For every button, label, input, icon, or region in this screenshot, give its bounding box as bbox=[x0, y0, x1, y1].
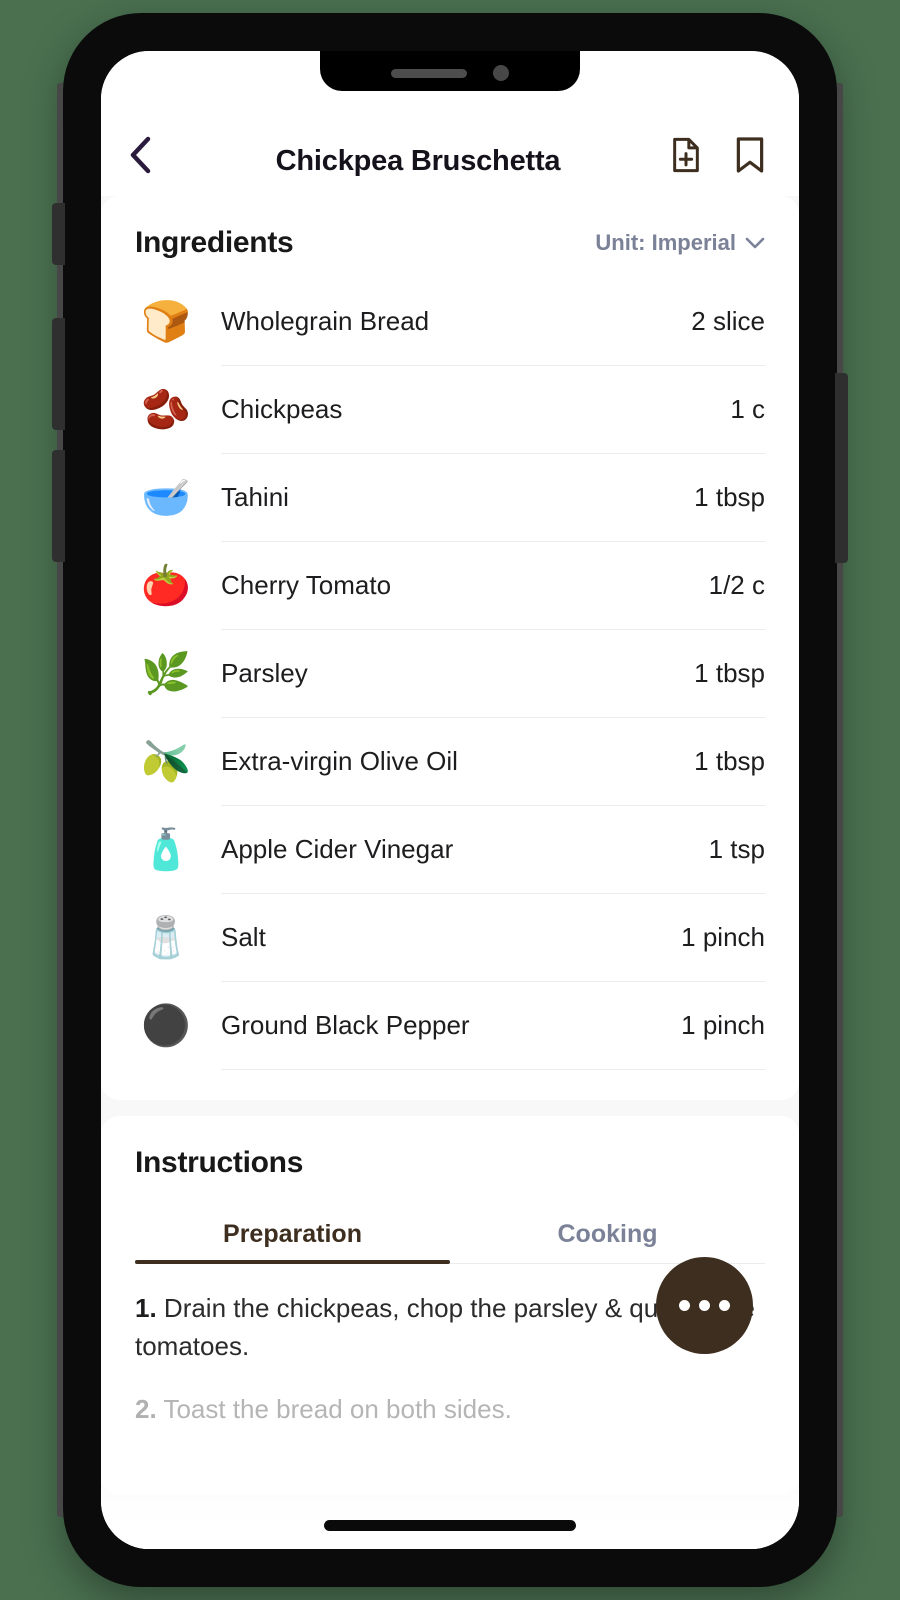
instruction-step-text: Toast the bread on both sides. bbox=[156, 1394, 512, 1425]
ingredient-quantity: 1 pinch bbox=[681, 1010, 765, 1040]
ingredient-name: Tahini bbox=[221, 482, 289, 512]
home-indicator[interactable] bbox=[324, 1520, 576, 1531]
instructions-title: Instructions bbox=[135, 1146, 304, 1179]
volume-up-button[interactable] bbox=[52, 318, 65, 430]
ingredient-row[interactable]: 🌿 Parsley 1 tbsp bbox=[135, 630, 765, 717]
ingredient-quantity: 2 slice bbox=[691, 306, 765, 336]
tahini-icon: 🥣 bbox=[141, 475, 191, 520]
ingredient-row[interactable]: 🫒 Extra-virgin Olive Oil 1 tbsp bbox=[135, 718, 765, 805]
instruction-step-number: 2. bbox=[135, 1394, 157, 1425]
tab-cooking[interactable]: Cooking bbox=[450, 1208, 765, 1263]
speaker-grille-icon bbox=[391, 68, 467, 78]
file-plus-icon bbox=[673, 137, 699, 173]
parsley-icon: 🌿 bbox=[141, 651, 191, 696]
ingredient-name: Wholegrain Bread bbox=[221, 306, 430, 336]
front-camera-icon bbox=[493, 65, 509, 81]
ingredient-quantity: 1 pinch bbox=[681, 922, 765, 952]
more-options-button[interactable] bbox=[656, 1257, 753, 1354]
chevron-left-icon bbox=[130, 136, 151, 174]
add-to-plan-button[interactable] bbox=[663, 132, 709, 178]
apple-cider-vinegar-icon: 🧴 bbox=[141, 827, 191, 872]
ingredient-quantity: 1 tbsp bbox=[694, 482, 765, 512]
ingredient-row[interactable]: 🥣 Tahini 1 tbsp bbox=[135, 454, 765, 541]
ingredient-name: Parsley bbox=[221, 658, 308, 688]
ingredient-row[interactable]: 🧂 Salt 1 pinch bbox=[135, 894, 765, 981]
phone-frame: Chickpea Bruschetta Ingredients Unit: Im… bbox=[52, 13, 848, 1587]
ingredient-quantity: 1 tsp bbox=[708, 834, 765, 864]
bread-icon: 🍞 bbox=[141, 299, 191, 344]
olive-oil-icon: 🫒 bbox=[141, 739, 191, 784]
ingredient-name: Chickpeas bbox=[221, 394, 343, 424]
ingredient-quantity: 1 c bbox=[730, 394, 765, 424]
ingredients-card: Ingredients Unit: Imperial 🍞 Wholegrain B… bbox=[101, 196, 799, 1100]
ellipsis-icon bbox=[679, 1300, 690, 1311]
salt-icon: 🧂 bbox=[141, 915, 191, 960]
ingredient-row[interactable]: 🫘 Chickpeas 1 c bbox=[135, 366, 765, 453]
ingredient-row[interactable]: 🍞 Wholegrain Bread 2 slice bbox=[135, 278, 765, 365]
row-divider bbox=[221, 1069, 765, 1070]
phone-screen: Chickpea Bruschetta Ingredients Unit: Im… bbox=[101, 51, 799, 1549]
ingredient-row[interactable]: ⚫ Ground Black Pepper 1 pinch bbox=[135, 982, 765, 1069]
ellipsis-icon bbox=[699, 1300, 710, 1311]
ingredient-quantity: 1 tbsp bbox=[694, 658, 765, 688]
notch bbox=[320, 51, 580, 91]
ingredient-name: Salt bbox=[221, 922, 266, 952]
ingredient-name: Cherry Tomato bbox=[221, 570, 392, 600]
power-button[interactable] bbox=[835, 373, 848, 563]
back-button[interactable] bbox=[127, 132, 173, 178]
header-actions bbox=[663, 132, 773, 178]
ingredient-name: Extra-virgin Olive Oil bbox=[221, 746, 458, 776]
silent-switch[interactable] bbox=[52, 203, 65, 265]
volume-down-button[interactable] bbox=[52, 450, 65, 562]
ingredient-row[interactable]: 🍅 Cherry Tomato 1/2 c bbox=[135, 542, 765, 629]
black-pepper-icon: ⚫ bbox=[141, 1003, 191, 1048]
page-title: Chickpea Bruschetta bbox=[275, 145, 561, 177]
ingredient-quantity: 1/2 c bbox=[708, 570, 765, 600]
phone-left-rail bbox=[57, 83, 63, 1517]
cherry-tomato-icon: 🍅 bbox=[141, 563, 191, 608]
ingredient-list: 🍞 Wholegrain Bread 2 slice 🫘 Chickpeas 1 c 🥣 Ta… bbox=[135, 278, 765, 1070]
unit-selector-label: Unit: Imperial bbox=[595, 230, 736, 255]
phone-right-rail bbox=[837, 83, 843, 1517]
instruction-step-number: 1. bbox=[135, 1293, 157, 1323]
ingredient-row[interactable]: 🧴 Apple Cider Vinegar 1 tsp bbox=[135, 806, 765, 893]
ingredient-name: Apple Cider Vinegar bbox=[221, 834, 454, 864]
ingredients-title: Ingredients bbox=[135, 226, 294, 259]
unit-selector[interactable]: Unit: Imperial bbox=[595, 230, 765, 256]
chevron-down-icon bbox=[745, 237, 765, 248]
instruction-step: 2. Toast the bread on both sides. bbox=[135, 1391, 765, 1429]
ingredients-header: Ingredients Unit: Imperial bbox=[135, 226, 765, 260]
ingredient-quantity: 1 tbsp bbox=[694, 746, 765, 776]
ellipsis-icon bbox=[719, 1300, 730, 1311]
ingredient-name: Ground Black Pepper bbox=[221, 1010, 470, 1040]
tab-preparation[interactable]: Preparation bbox=[135, 1208, 450, 1264]
instructions-tabs: Preparation Cooking bbox=[135, 1208, 765, 1264]
bookmark-button[interactable] bbox=[727, 132, 773, 178]
bookmark-icon bbox=[736, 137, 764, 173]
chickpeas-icon: 🫘 bbox=[141, 387, 191, 432]
